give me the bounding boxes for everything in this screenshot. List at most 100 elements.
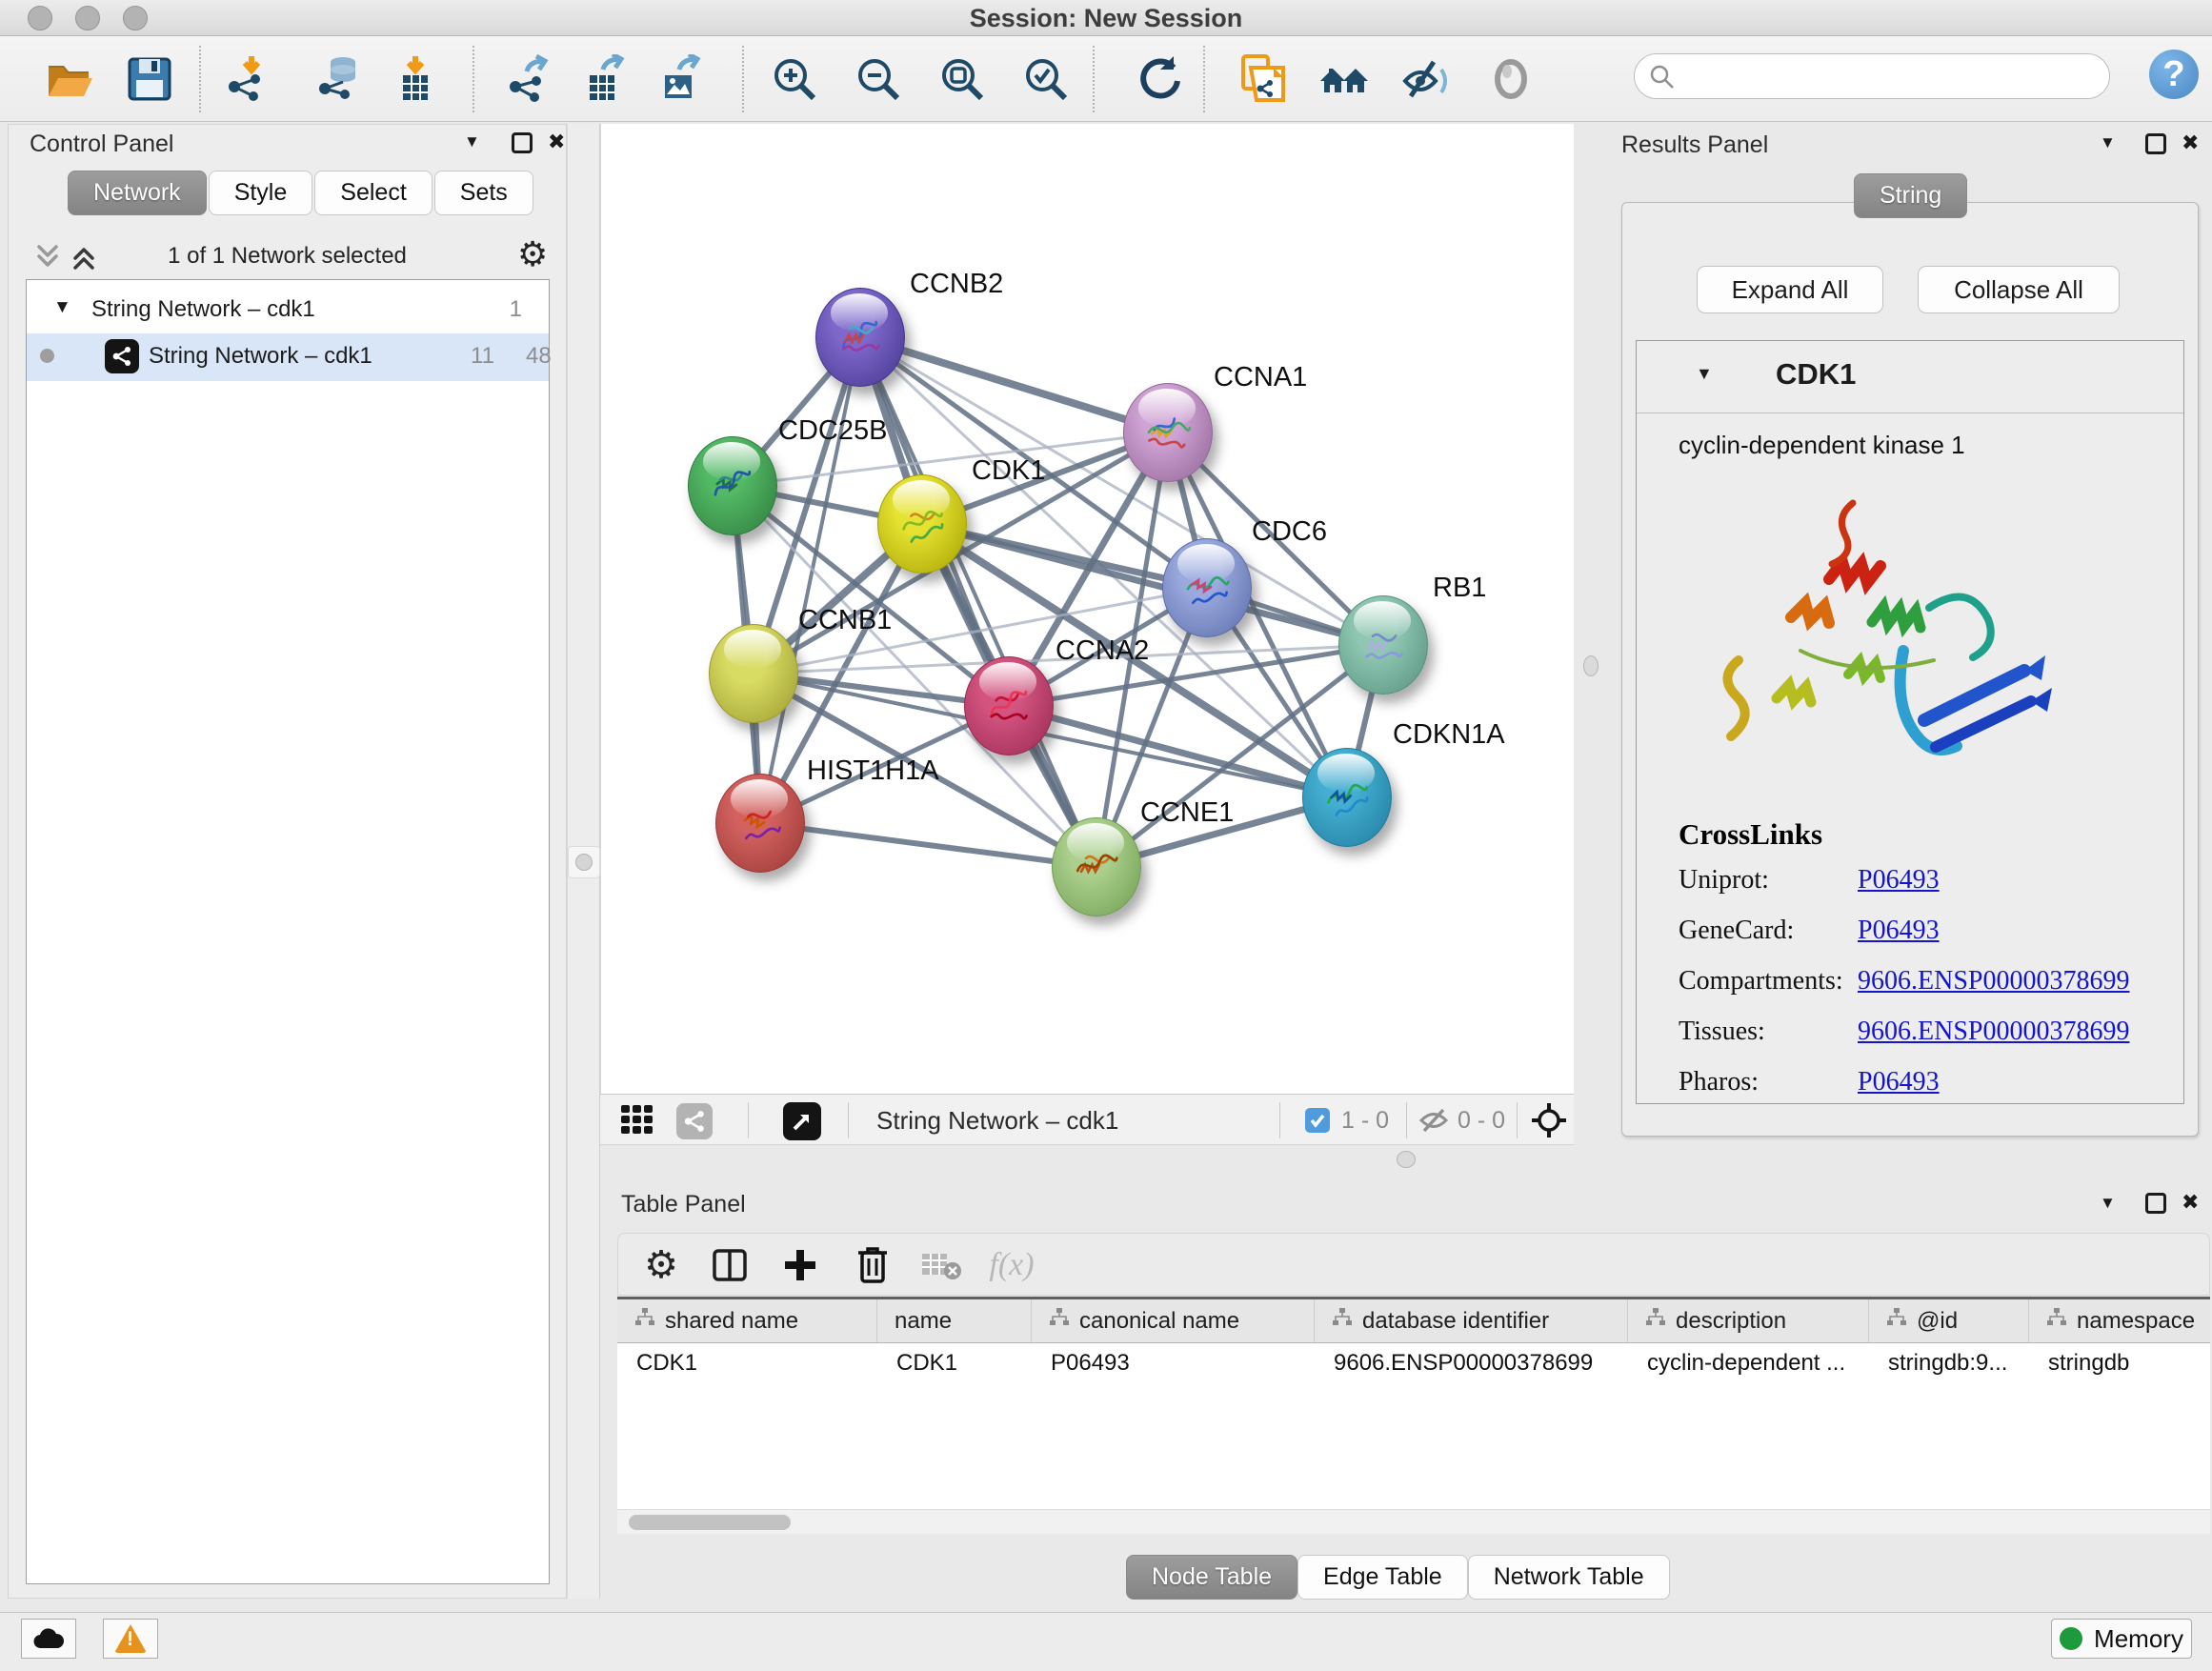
expand-all-button[interactable]: Expand All	[1697, 266, 1883, 313]
import-network-file-icon[interactable]	[221, 52, 274, 106]
bottom-splitter-handle[interactable]	[1397, 1151, 1416, 1168]
column-header-description[interactable]: description	[1628, 1299, 1869, 1342]
crosslink-link[interactable]: 9606.ENSP00000378699	[1858, 1017, 2129, 1047]
hide-eye-icon[interactable]	[1399, 52, 1453, 106]
table-cell[interactable]: CDK1	[617, 1350, 877, 1377]
panel-maximize-icon[interactable]	[2145, 1193, 2166, 1214]
control-tab-sets[interactable]: Sets	[434, 171, 533, 215]
network-node-cdc6[interactable]	[1162, 538, 1252, 637]
birdseye-crosshair-icon[interactable]	[1530, 1101, 1568, 1144]
panel-collapse-icon[interactable]: ▼	[2100, 1194, 2116, 1213]
network-node-ccne1[interactable]	[1052, 817, 1141, 916]
network-collection-row[interactable]: ▼ String Network – cdk1 1	[27, 290, 549, 333]
node-label-cdc25b: CDC25B	[778, 415, 887, 447]
hidden-eye-icon[interactable]	[1418, 1106, 1450, 1139]
panel-close-icon[interactable]: ✖	[2182, 1190, 2199, 1215]
table-hscrollbar[interactable]	[617, 1509, 2210, 1534]
gene-header-row[interactable]: ▼ CDK1	[1637, 341, 2183, 413]
crosslink-link[interactable]: P06493	[1858, 865, 1940, 896]
zoom-fit-icon[interactable]	[935, 52, 989, 106]
save-session-icon[interactable]	[123, 52, 176, 106]
warnings-button[interactable]	[103, 1619, 158, 1659]
help-icon[interactable]: ?	[2149, 50, 2199, 99]
network-node-hist1h1a[interactable]	[715, 774, 805, 873]
node-label-rb1: RB1	[1433, 573, 1486, 604]
zoom-out-icon[interactable]	[852, 52, 905, 106]
search-input[interactable]	[1634, 53, 2110, 99]
column-header-id[interactable]: @id	[1869, 1299, 2029, 1342]
column-header-namespace[interactable]: namespace	[2029, 1299, 2212, 1342]
left-splitter[interactable]	[567, 124, 600, 1599]
network-node-rb1[interactable]	[1338, 595, 1428, 695]
network-node-cdc25b[interactable]	[688, 436, 777, 535]
show-preview-icon[interactable]	[1484, 52, 1538, 106]
edge-count: 48	[526, 343, 552, 370]
table-cell[interactable]: stringdb	[2029, 1350, 2212, 1377]
crosslink-link[interactable]: 9606.ENSP00000378699	[1858, 966, 2129, 997]
left-splitter-handle[interactable]	[568, 846, 600, 878]
column-header-name[interactable]: name	[877, 1299, 1032, 1342]
network-canvas[interactable]: CCNB2CCNA1CDC25BCDK1CDC6RB1CCNB1CCNA2CDK…	[600, 124, 1574, 1094]
table-cell[interactable]: P06493	[1032, 1350, 1315, 1377]
panel-maximize-icon[interactable]	[512, 132, 533, 153]
selected-checkbox-icon[interactable]	[1305, 1108, 1330, 1133]
table-tab-node-table[interactable]: Node Table	[1126, 1555, 1297, 1600]
export-table-icon[interactable]	[578, 52, 632, 106]
table-tab-edge-table[interactable]: Edge Table	[1297, 1555, 1468, 1600]
delete-column-icon[interactable]	[851, 1243, 895, 1287]
control-tab-style[interactable]: Style	[209, 171, 313, 215]
control-tab-select[interactable]: Select	[314, 171, 432, 215]
table-cell[interactable]: cyclin-dependent ...	[1628, 1350, 1869, 1377]
share-view-icon[interactable]	[676, 1103, 713, 1139]
memory-button[interactable]: Memory	[2051, 1619, 2192, 1659]
network-node-cdk1[interactable]	[877, 474, 967, 574]
network-node-ccna1[interactable]	[1123, 383, 1213, 482]
homes-icon[interactable]	[1317, 52, 1371, 106]
table-row[interactable]: CDK1CDK1P064939606.ENSP00000378699cyclin…	[617, 1343, 2210, 1383]
add-column-icon[interactable]	[778, 1243, 822, 1287]
gene-collapse-icon[interactable]: ▼	[1696, 364, 1713, 384]
export-network-icon[interactable]	[502, 52, 555, 106]
open-session-icon[interactable]	[43, 52, 96, 106]
crosslink-link[interactable]: P06493	[1858, 916, 1940, 946]
show-columns-icon[interactable]	[708, 1243, 752, 1287]
panel-close-icon[interactable]: ✖	[2182, 131, 2199, 155]
network-edges[interactable]	[601, 124, 1575, 1094]
grid-view-icon[interactable]	[621, 1105, 654, 1136]
panel-close-icon[interactable]: ✖	[548, 130, 565, 154]
column-header-databaseidentifier[interactable]: database identifier	[1315, 1299, 1628, 1342]
zoom-in-icon[interactable]	[768, 52, 821, 106]
results-tab-string[interactable]: String	[1854, 173, 1967, 218]
table-cell[interactable]: CDK1	[877, 1350, 1032, 1377]
open-in-window-icon[interactable]	[783, 1102, 821, 1140]
table-hscrollbar-thumb[interactable]	[629, 1515, 791, 1530]
collapse-all-button[interactable]: Collapse All	[1918, 266, 2120, 313]
right-splitter[interactable]	[1574, 124, 1612, 1145]
node-label-ccna1: CCNA1	[1214, 362, 1307, 393]
control-tab-network[interactable]: Network	[68, 171, 207, 215]
network-node-cdkn1a[interactable]	[1302, 748, 1392, 847]
panel-collapse-icon[interactable]: ▼	[464, 132, 480, 151]
string-import-icon[interactable]	[1236, 52, 1289, 106]
column-header-canonicalname[interactable]: canonical name	[1032, 1299, 1315, 1342]
right-splitter-handle[interactable]	[1583, 655, 1599, 676]
import-table-file-icon[interactable]	[389, 52, 442, 106]
column-header-sharedname[interactable]: shared name	[617, 1299, 877, 1342]
panel-collapse-icon[interactable]: ▼	[2100, 133, 2116, 152]
cloud-button[interactable]	[21, 1619, 76, 1659]
table-cell[interactable]: stringdb:9...	[1869, 1350, 2029, 1377]
network-node-ccnb2[interactable]	[815, 288, 905, 387]
table-cell[interactable]: 9606.ENSP00000378699	[1315, 1350, 1628, 1377]
export-image-icon[interactable]	[654, 52, 708, 106]
crosslink-link[interactable]: P06493	[1858, 1067, 1940, 1097]
table-tab-network-table[interactable]: Network Table	[1468, 1555, 1670, 1600]
import-network-database-icon[interactable]	[312, 52, 366, 106]
table-options-gear-icon[interactable]: ⚙	[639, 1243, 683, 1287]
refresh-layout-icon[interactable]	[1134, 52, 1187, 106]
network-node-ccna2[interactable]	[964, 656, 1054, 755]
zoom-selected-icon[interactable]	[1019, 52, 1073, 106]
panel-maximize-icon[interactable]	[2145, 133, 2166, 154]
network-row-selected[interactable]: String Network – cdk1 11 48	[27, 333, 549, 381]
tree-expander-icon[interactable]: ▼	[53, 297, 71, 318]
network-node-ccnb1[interactable]	[709, 624, 798, 723]
